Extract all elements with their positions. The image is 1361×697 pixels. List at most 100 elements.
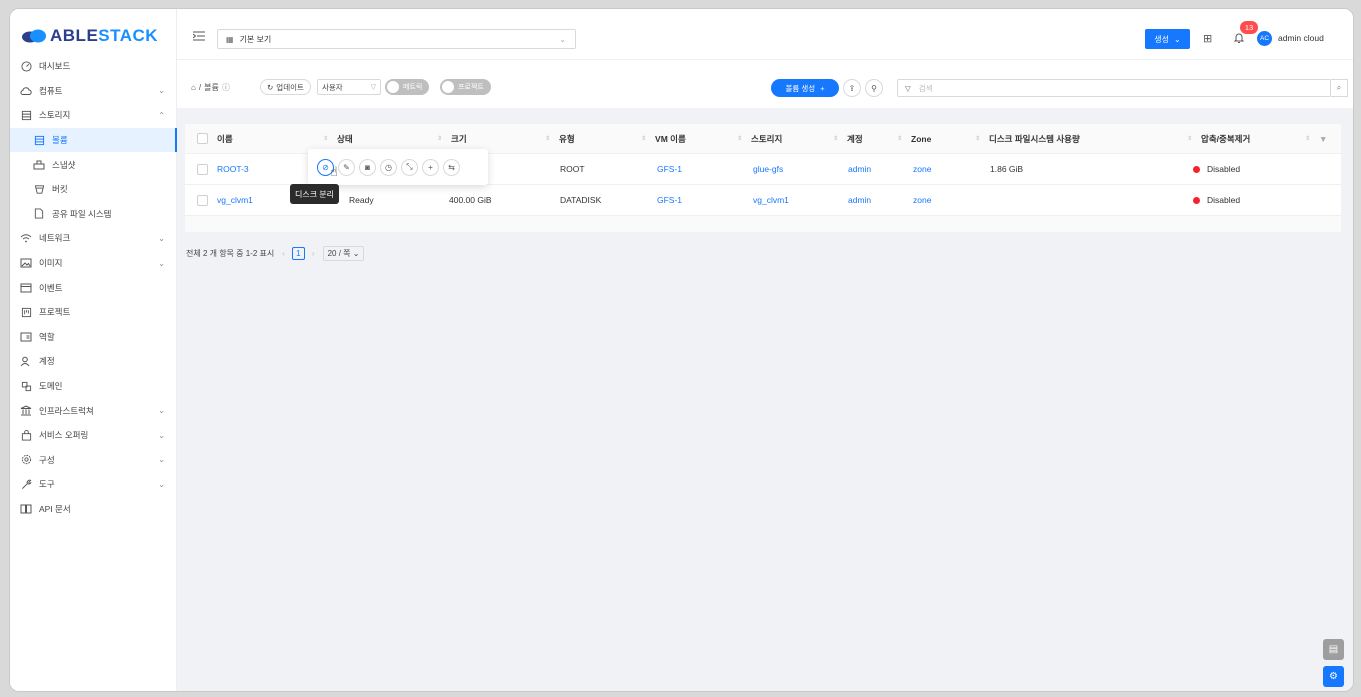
create-volume-button[interactable]: 볼륨 생성 + (771, 79, 839, 97)
select-all-checkbox[interactable] (197, 124, 208, 153)
tooltip: 디스크 분리 (290, 184, 340, 204)
metrics-toggle-label: 메트릭 (403, 84, 423, 91)
home-icon[interactable]: ⌂ (191, 83, 196, 92)
project-toggle[interactable]: 프로젝트 (440, 79, 491, 95)
table-footer (185, 216, 1341, 232)
sidebar-item-label: 이미지 (39, 258, 63, 269)
pointer-cursor-icon: ☝ (330, 164, 338, 179)
recurring-snapshot-button[interactable]: ◷ (380, 158, 397, 176)
page-number[interactable]: 1 (291, 247, 305, 260)
page-size-select[interactable]: 20 / 쪽 ⌄ (322, 246, 365, 261)
column-header-zone[interactable]: ⇕ Zone (897, 124, 931, 153)
chevron-up-icon: ⌃ (158, 110, 165, 120)
app-window: ABLESTACK 대시보드 컴퓨트 ⌄ 스토리지 ⌃ 볼륨 스냅샷 버킷 공유… (9, 8, 1354, 692)
sidebar: ABLESTACK 대시보드 컴퓨트 ⌄ 스토리지 ⌃ 볼륨 스냅샷 버킷 공유… (10, 9, 177, 691)
create-volume-label: 볼륨 생성 (785, 83, 816, 93)
sidebar-item-tools[interactable]: 도구 ⌄ (10, 472, 177, 497)
tool-icon (20, 478, 32, 490)
question-icon[interactable]: ⓘ (222, 82, 230, 93)
project-toggle-label: 프로젝트 (458, 84, 484, 91)
sidebar-item-network[interactable]: 네트워크 ⌄ (10, 226, 177, 251)
upload-volume-button[interactable]: ⇪ (843, 79, 861, 97)
account-link[interactable]: admin (848, 154, 871, 184)
sidebar-item-domain[interactable]: 도메인 (10, 374, 177, 399)
zone-link[interactable]: zone (913, 185, 931, 215)
sidebar-item-label: 인프라스트럭쳐 (39, 405, 94, 416)
chevron-down-icon: ⌄ (158, 406, 165, 416)
sidebar-item-api-docs[interactable]: API 문서 (10, 497, 177, 522)
database-icon (20, 109, 32, 121)
sidebar-item-configuration[interactable]: 구성 ⌄ (10, 448, 177, 473)
sidebar-item-infrastructure[interactable]: 인프라스트럭쳐 ⌄ (10, 398, 177, 423)
storage-link[interactable]: glue-gfs (753, 154, 783, 184)
refresh-button[interactable]: ↻ 업데이트 (260, 79, 311, 95)
metrics-toggle[interactable]: 메트릭 (385, 79, 430, 95)
column-header-type[interactable]: ⇕ 유형 (545, 124, 575, 153)
swap-icon: ⇆ (448, 162, 455, 172)
filter-icon[interactable]: ▽ (905, 84, 911, 93)
column-header-account[interactable]: ⇕ 계정 (833, 124, 863, 153)
sidebar-item-service-offering[interactable]: 서비스 오퍼링 ⌄ (10, 423, 177, 448)
column-header-dedup[interactable]: ⇕ 압축/중복제거 (1187, 124, 1250, 153)
vm-name-link[interactable]: GFS-1 (657, 185, 682, 215)
search-button[interactable]: ⌕ (1331, 79, 1348, 97)
menu-fold-icon[interactable] (193, 31, 205, 41)
prev-page-icon[interactable]: ‹ (282, 249, 285, 258)
storage-link[interactable]: vg_clvm1 (753, 185, 789, 215)
column-header-vm-name[interactable]: ⇕ VM 이름 (641, 124, 686, 153)
user-filter-select[interactable]: 사용자 ▽ (317, 79, 381, 95)
sidebar-item-shared-fs[interactable]: 공유 파일 시스템 (10, 202, 177, 227)
column-header-storage[interactable]: ⇕ 스토리지 (737, 124, 782, 153)
account-link[interactable]: admin (848, 185, 871, 215)
bell-icon[interactable] (1233, 32, 1245, 46)
shopping-icon (20, 429, 32, 441)
sidebar-item-account[interactable]: 계정 (10, 349, 177, 374)
fs-usage: 1.86 GiB (990, 164, 1024, 174)
vm-name-link[interactable]: GFS-1 (657, 154, 682, 184)
translate-icon[interactable]: ⊞ (1203, 32, 1212, 45)
row-checkbox[interactable] (197, 154, 208, 184)
volume-name-link[interactable]: ROOT-3 (217, 154, 249, 184)
edit-button[interactable]: ✎ (338, 158, 355, 176)
migrate-button[interactable]: ⇆ (443, 158, 460, 176)
sidebar-item-label: 스토리지 (39, 110, 71, 121)
column-header-name[interactable]: 이름 (217, 124, 233, 153)
sidebar-item-dashboard[interactable]: 대시보드 (10, 54, 177, 79)
upload-from-url-button[interactable]: ⚲ (865, 79, 883, 97)
username[interactable]: admin cloud (1278, 33, 1324, 43)
column-settings[interactable]: ⇕ ▼ (1305, 124, 1327, 153)
view-select[interactable]: ▦ 기본 보기 ⌄ (217, 29, 576, 49)
sidebar-item-role[interactable]: 역할 (10, 325, 177, 350)
resize-button[interactable]: ⤡ (401, 158, 418, 176)
sidebar-item-compute[interactable]: 컴퓨트 ⌄ (10, 79, 177, 104)
setting-icon[interactable]: ⚙ (1323, 666, 1344, 687)
refresh-label: 업데이트 (276, 82, 304, 92)
sidebar-item-project[interactable]: 프로젝트 (10, 300, 177, 325)
table-row[interactable]: vg_clvm1 Ready 400.00 GiB DATADISK GFS-1… (185, 185, 1341, 216)
zone-link[interactable]: zone (913, 154, 931, 184)
column-header-fs-usage[interactable]: ⇕ 디스크 파일시스템 사용량 (975, 124, 1080, 153)
app-logo[interactable]: ABLESTACK (21, 26, 158, 46)
search-input[interactable]: ▽ 검색 (897, 79, 1331, 97)
sidebar-item-events[interactable]: 이벤트 (10, 275, 177, 300)
create-template-button[interactable]: + (422, 158, 439, 176)
sidebar-item-bucket[interactable]: 버킷 (10, 177, 177, 202)
volume-name-link[interactable]: vg_clvm1 (217, 185, 253, 215)
reload-icon: ↻ (267, 82, 274, 92)
project-icon (20, 306, 32, 318)
sidebar-item-image[interactable]: 이미지 ⌄ (10, 251, 177, 276)
sidebar-item-snapshot[interactable]: 스냅샷 (10, 152, 177, 177)
sidebar-item-label: 도구 (39, 479, 55, 490)
pagination-summary: 전체 2 개 항목 중 1-2 표시 (186, 249, 275, 258)
layout-icon[interactable]: ▤ (1323, 639, 1344, 660)
next-page-icon[interactable]: › (312, 249, 315, 258)
avatar[interactable]: AC (1257, 31, 1272, 46)
plus-icon: + (820, 83, 825, 93)
block-icon (20, 380, 32, 392)
row-checkbox[interactable] (197, 185, 208, 215)
idcard-icon (20, 331, 32, 343)
sidebar-item-volume[interactable]: 볼륨 (10, 127, 177, 153)
sidebar-item-storage[interactable]: 스토리지 ⌃ (10, 103, 177, 128)
create-button[interactable]: 생성 ⌄ (1145, 29, 1190, 49)
take-snapshot-button[interactable]: ◙ (359, 158, 376, 176)
